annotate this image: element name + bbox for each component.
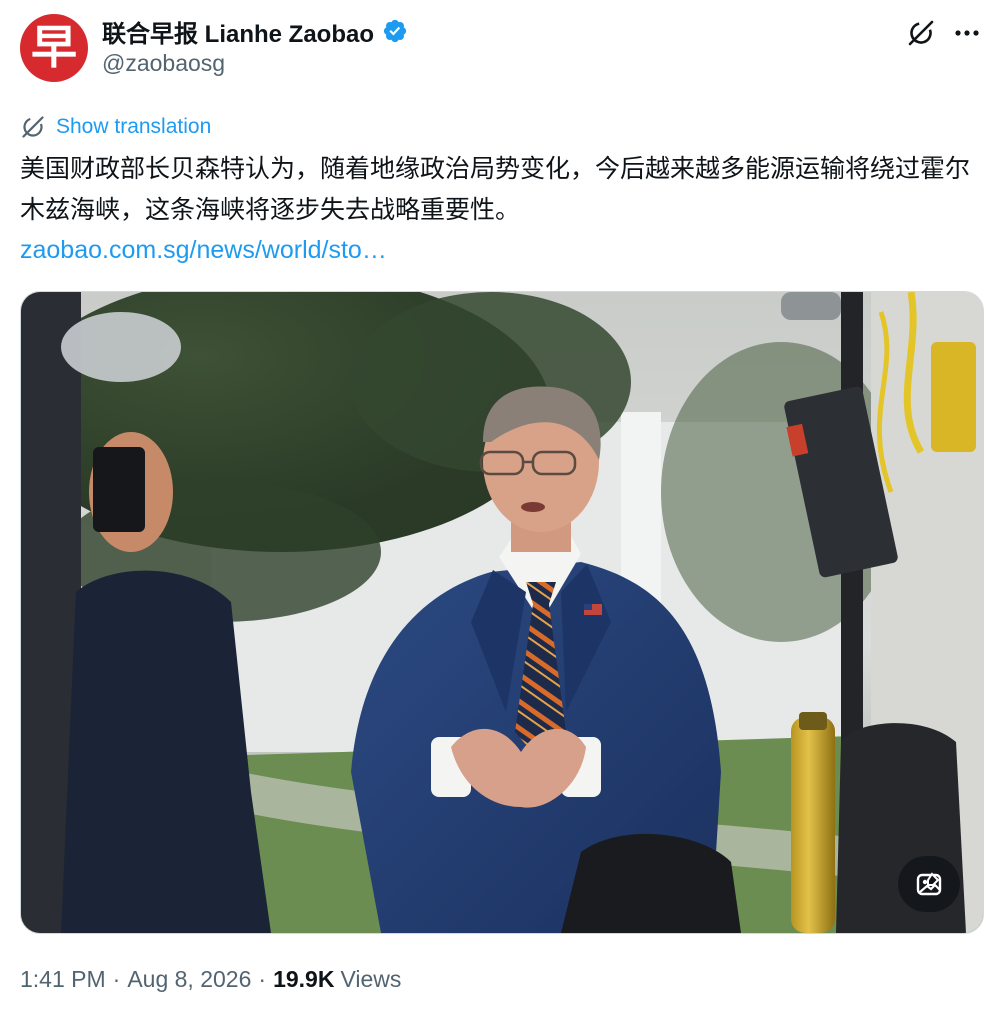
grok-icon[interactable]: [904, 16, 938, 50]
display-name-row: 联合早报 Lianhe Zaobao: [102, 14, 408, 48]
display-name[interactable]: 联合早报 Lianhe Zaobao: [102, 14, 374, 49]
photo-illustration: [21, 292, 983, 933]
tweet-time[interactable]: 1:41 PM: [20, 966, 106, 993]
edit-image-button[interactable]: [898, 856, 960, 912]
translate-icon: [22, 116, 44, 138]
tweet-link[interactable]: zaobao.com.sg/news/world/sto…: [20, 230, 387, 270]
views-label: Views: [340, 965, 402, 992]
show-translation-button[interactable]: Show translation: [20, 112, 211, 142]
verified-badge-icon: [383, 19, 407, 43]
tweet-text: 美国财政部长贝森特认为，随着地缘政治局势变化，今后越来越多能源运输将绕过霍尔木兹…: [20, 154, 971, 224]
show-translation-label: Show translation: [56, 115, 212, 138]
more-icon[interactable]: [950, 16, 984, 50]
tweet-date[interactable]: Aug 8, 2026: [127, 966, 251, 993]
views-count: 19.9K: [273, 965, 335, 992]
handle[interactable]: @zaobaosg: [102, 50, 225, 77]
edit-image-icon: [916, 872, 942, 896]
tweet-photo[interactable]: [20, 291, 984, 934]
avatar-glyph: 早: [31, 20, 77, 74]
separator-dot: ·: [258, 965, 267, 992]
tweet-meta: 1:41 PM · Aug 8, 2026 · 19.9K Views: [20, 962, 401, 996]
separator-dot: ·: [112, 965, 121, 992]
avatar[interactable]: 早: [20, 14, 88, 82]
